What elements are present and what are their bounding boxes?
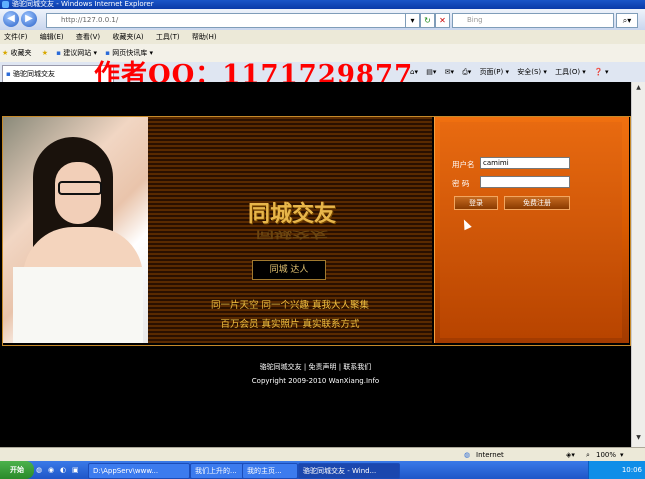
quicklaunch-icon[interactable]: ◉ [48,461,54,479]
stop-icon[interactable]: ✕ [435,13,450,28]
ie-icon [2,1,9,8]
slogan-line-2: 百万会员 真实照片 真实联系方式 [220,319,360,330]
feeds-icon[interactable]: ▤▾ [426,68,436,76]
tab-title: 骆驼同城交友 [12,70,55,78]
footer-links[interactable]: 骆驼同城交友 | 免责声明 | 联系我们 [0,362,631,372]
zone-text: Internet [476,451,504,459]
url-text: http://127.0.0.1/ [61,16,119,24]
print-icon[interactable]: ⎙▾ [462,68,471,76]
link-icon: ▪ [56,49,62,57]
menu-favorites[interactable]: 收藏夹(A) [112,33,143,41]
clock[interactable]: 10:06 [622,466,642,474]
login-button[interactable]: 登录 [454,196,498,210]
internet-zone-icon: ◍ [464,451,471,459]
seal-badge: 同城 达人 [252,260,326,280]
quicklaunch-icon[interactable]: ◐ [60,461,66,479]
menu-view[interactable]: 查看(V) [76,33,100,41]
zoom-dropdown-icon[interactable]: ▾ [620,448,624,462]
protected-mode-icon[interactable]: ◈▾ [566,448,575,462]
help-menu[interactable]: ❓ ▾ [594,68,608,76]
title-bar: 骆驼同城交友 - Windows Internet Explorer [0,0,645,9]
username-field[interactable]: camimi [480,157,570,169]
status-bar: ◍ Internet ◈▾ ⌕ 100% ▾ [0,447,645,462]
model-photo [3,117,148,343]
address-dropdown-icon[interactable]: ▾ [405,13,420,28]
quicklaunch-icon[interactable]: ◍ [36,461,42,479]
menu-file[interactable]: 文件(F) [4,33,28,41]
address-input[interactable]: http://127.0.0.1/ [46,13,414,28]
taskbar: 开始 ◍ ◉ ◐ ▣ D:\AppServ\www... 我们上升的... 我的… [0,461,645,479]
password-field[interactable] [480,176,570,188]
menu-bar: 文件(F) 编辑(E) 查看(V) 收藏夹(A) 工具(T) 帮助(H) [0,30,645,44]
taskbar-item-2[interactable]: 我们上升的... [190,463,244,479]
menu-tools[interactable]: 工具(T) [156,33,180,41]
favorites-button[interactable]: 收藏夹 [11,49,32,57]
refresh-icon[interactable]: ↻ [420,13,435,28]
page-menu[interactable]: 页面(P) ▾ [480,68,509,76]
back-arrow-icon[interactable]: ◀ [3,11,19,27]
taskbar-item-folder[interactable]: D:\AppServ\www... [88,463,190,479]
suggested-sites-link[interactable]: 建议网站 ▾ [63,49,97,57]
zoom-level[interactable]: 100% [596,448,616,462]
forward-arrow-icon[interactable]: ▶ [21,11,37,27]
search-placeholder: Bing [467,16,483,24]
scroll-up-icon[interactable]: ▲ [634,84,643,93]
show-desktop-icon[interactable]: ▣ [72,461,79,479]
vertical-scrollbar[interactable]: ▲ ▼ [631,82,645,447]
site-logo-reflection: 同城交友 [256,229,328,240]
taskbar-item-ie[interactable]: 骆驼同城交友 - Wind... [298,463,400,479]
menu-help[interactable]: 帮助(H) [192,33,217,41]
taskbar-item-3[interactable]: 我的主页... [242,463,298,479]
system-tray: 10:06 [588,461,645,479]
search-icon[interactable]: ⌕▾ [616,13,638,28]
slogan-line-1: 同一片天空 同一个兴趣 真我大人聚集 [210,300,370,311]
add-favorite-icon[interactable]: ★ [42,49,48,57]
login-panel-inner [440,122,622,338]
scroll-down-icon[interactable]: ▼ [634,434,643,443]
site-logo: 同城交友 [247,201,336,227]
search-input[interactable]: Bing [452,13,614,28]
register-button[interactable]: 免费注册 [504,196,570,210]
tools-menu[interactable]: 工具(O) ▾ [555,68,586,76]
menu-edit[interactable]: 编辑(E) [40,33,64,41]
page-icon: ▪ [6,70,11,78]
footer-copyright: Copyright 2009-2010 WanXiang.Info [251,377,380,385]
zoom-icon[interactable]: ⌕ [586,448,590,462]
window-title: 骆驼同城交友 - Windows Internet Explorer [12,0,154,8]
command-bar: ⌂▾ ▤▾ ✉▾ ⎙▾ 页面(P) ▾ 安全(S) ▾ 工具(O) ▾ ❓ ▾ [410,62,609,82]
address-row: ◀ ▶ http://127.0.0.1/ ▾ ↻ ✕ Bing ⌕▾ [0,9,645,30]
mail-icon[interactable]: ✉▾ [445,68,454,76]
star-icon: ★ [2,49,9,57]
start-button[interactable]: 开始 [0,461,34,479]
safety-menu[interactable]: 安全(S) ▾ [517,68,547,76]
username-label: 用户名 [452,160,475,169]
password-label: 密 码 [452,179,470,188]
